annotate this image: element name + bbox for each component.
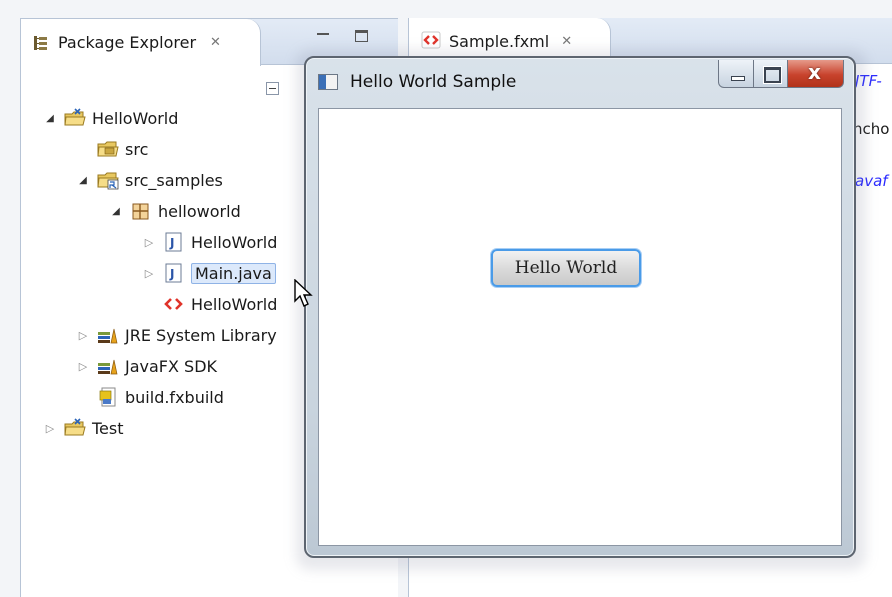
package-explorer-tab-label: Package Explorer [58, 33, 197, 52]
collapse-arrow-icon[interactable]: ◢ [110, 206, 122, 217]
source-folder-icon [97, 139, 119, 159]
close-icon[interactable]: ✕ [210, 35, 221, 50]
package-icon [130, 201, 152, 221]
tree-item[interactable]: HelloWorld [143, 292, 277, 316]
expand-arrow-icon[interactable]: ▷ [143, 236, 155, 249]
tree-item-label: build.fxbuild [125, 387, 224, 407]
maximize-button[interactable] [754, 60, 788, 88]
library-icon [97, 325, 119, 345]
project-folder-icon [64, 418, 86, 438]
tree-item[interactable]: ▷ JRE System Library [77, 323, 277, 347]
window-titlebar[interactable]: Hello World Sample [306, 58, 854, 106]
hello-world-button[interactable]: Hello World [491, 249, 641, 287]
caption-buttons [718, 60, 844, 88]
tree-item-label: Test [92, 418, 124, 438]
tree-item-label: JRE System Library [125, 325, 277, 345]
collapse-all-icon[interactable] [266, 82, 279, 95]
tree-item-label: JavaFX SDK [125, 356, 218, 376]
tree-item-label: helloworld [158, 201, 241, 221]
expand-arrow-icon[interactable]: ▷ [44, 422, 56, 435]
tree-item[interactable]: ◢ HelloWorld [44, 106, 178, 130]
window-client-area: Hello World [318, 108, 842, 546]
tree-item-label: HelloWorld [191, 294, 278, 314]
tree-item[interactable]: ▷ J HelloWorld [143, 230, 277, 254]
project-folder-icon [64, 108, 86, 128]
tree-item[interactable]: ▷ JavaFX SDK [77, 354, 217, 378]
editor-tab-label: Sample.fxml [449, 32, 550, 51]
window-title: Hello World Sample [350, 72, 517, 92]
build-file-icon [97, 387, 119, 407]
minimize-view-icon[interactable] [317, 29, 329, 35]
collapse-arrow-icon[interactable]: ◢ [44, 113, 56, 124]
mouse-cursor-icon [294, 278, 314, 309]
tree-item[interactable]: ◢ src_samples [77, 168, 223, 192]
tree-item-label: src [125, 139, 149, 159]
tree-item[interactable]: ▷ J Main.java [143, 261, 276, 285]
package-explorer-tab[interactable]: Package Explorer ✕ [21, 19, 261, 66]
java-file-icon: J [163, 263, 185, 283]
fxml-file-icon [163, 294, 185, 314]
hello-world-window: Hello World Sample Hello World [304, 56, 856, 558]
tree-item[interactable]: ▷ Test [44, 416, 124, 440]
svg-text:J: J [169, 236, 174, 250]
expand-arrow-icon[interactable]: ▷ [77, 329, 89, 342]
expand-arrow-icon[interactable]: ▷ [77, 360, 89, 373]
tree-item[interactable]: src [77, 137, 148, 161]
tree-item-label: HelloWorld [92, 108, 179, 128]
tree-item[interactable]: ◢ helloworld [110, 199, 241, 223]
tree-item-label: HelloWorld [191, 232, 278, 252]
expand-arrow-icon[interactable]: ▷ [143, 267, 155, 280]
tree-item-label: Main.java [191, 262, 276, 284]
maximize-view-icon[interactable] [355, 30, 368, 42]
java-file-icon: J [163, 232, 185, 252]
minimize-button[interactable] [718, 60, 754, 88]
window-app-icon [318, 74, 338, 90]
close-button[interactable] [788, 60, 844, 88]
source-folder-linked-icon [97, 170, 119, 190]
tree-item-label: src_samples [125, 170, 223, 190]
package-explorer-icon [33, 35, 49, 51]
svg-text:J: J [169, 267, 174, 281]
tree-item[interactable]: build.fxbuild [77, 385, 224, 409]
collapse-arrow-icon[interactable]: ◢ [77, 175, 89, 186]
close-icon[interactable]: ✕ [561, 34, 572, 49]
library-icon [97, 356, 119, 376]
